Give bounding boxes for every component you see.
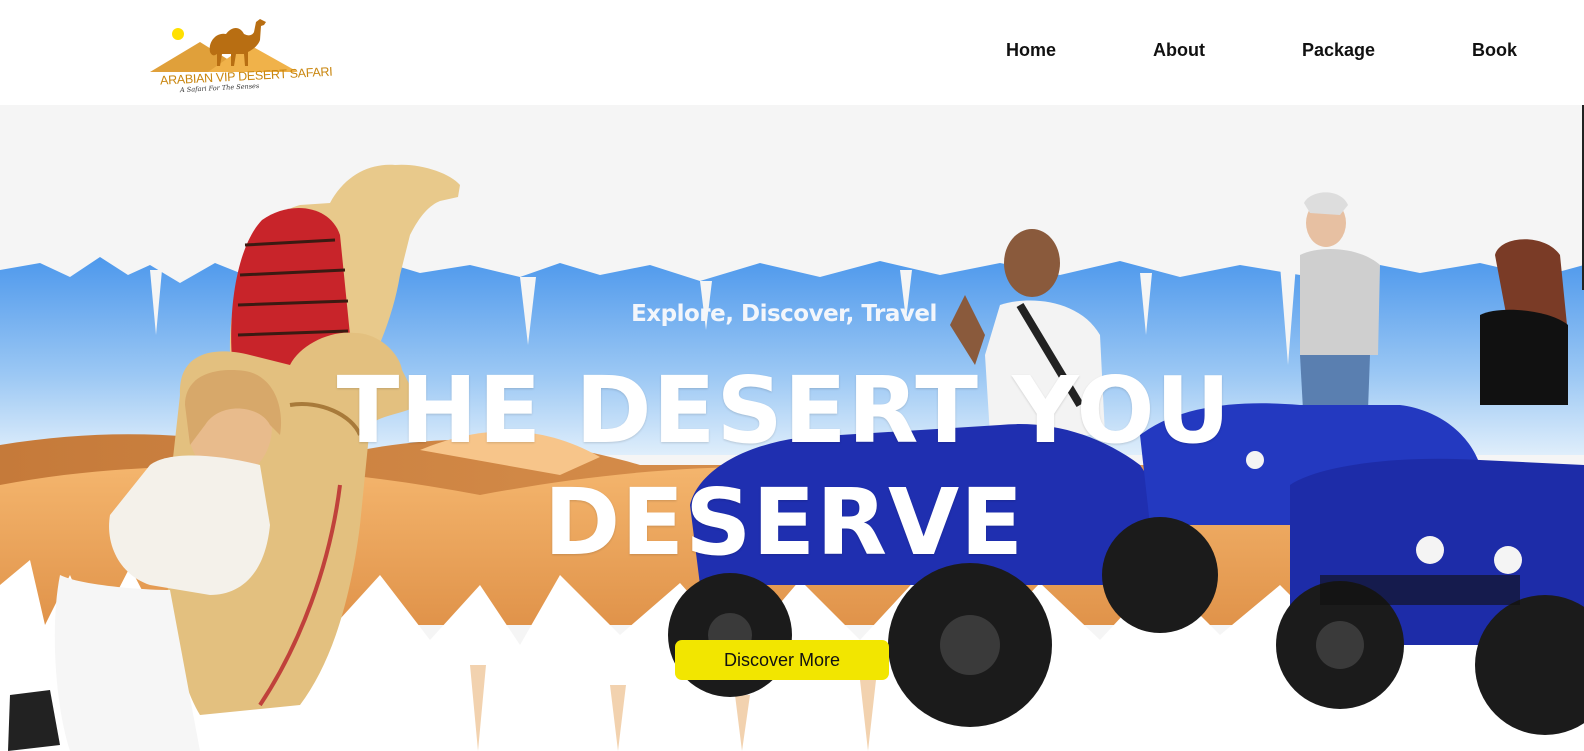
- hero-section: Explore, Discover, Travel THE DESERT YOU…: [0, 105, 1584, 751]
- hero-subtitle: Explore, Discover, Travel: [631, 301, 937, 327]
- page: ARABIAN VIP DESERT SAFARI A Safari For T…: [0, 0, 1584, 751]
- nav-package-link[interactable]: Package: [1302, 40, 1375, 61]
- nav-about-link[interactable]: About: [1153, 40, 1205, 61]
- main-nav: Home About Package Book: [0, 40, 1584, 64]
- hero-headline: THE DESERT YOU DESERVE: [336, 357, 1232, 576]
- discover-more-button[interactable]: Discover More: [675, 640, 889, 680]
- site-header: ARABIAN VIP DESERT SAFARI A Safari For T…: [0, 0, 1584, 105]
- nav-book-link[interactable]: Book: [1472, 40, 1517, 61]
- nav-home-link[interactable]: Home: [1006, 40, 1056, 61]
